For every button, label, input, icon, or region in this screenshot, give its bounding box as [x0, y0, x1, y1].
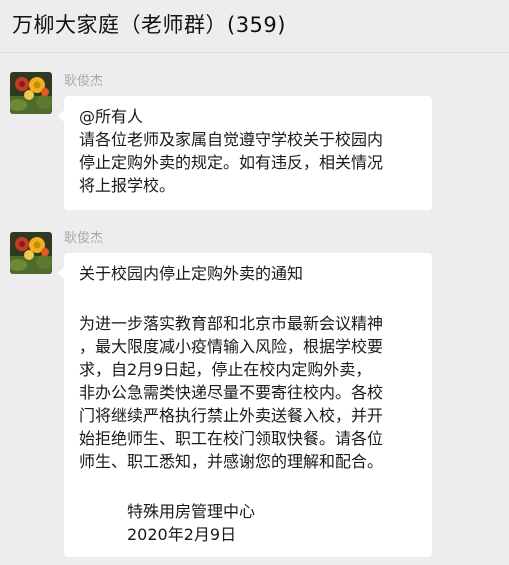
- notice-body-line: 始拒绝师生、职工在校门领取快餐。请各位: [79, 429, 384, 448]
- notice-body-line: 门将继续严格执行禁止外卖送餐入校，并开: [79, 406, 384, 425]
- message-line: 将上报学校。: [79, 176, 176, 195]
- chat-title[interactable]: 万柳大家庭（老师群）(359): [12, 9, 286, 39]
- message-bubble[interactable]: 关于校园内停止定购外卖的通知 为进一步落实教育部和北京市最新会议精神 ，最大限度…: [58, 253, 432, 557]
- flower-photo-avatar[interactable]: [10, 232, 52, 274]
- notice-title: 关于校园内停止定购外卖的通知: [79, 264, 304, 283]
- notice-date: 2020年2月9日: [127, 525, 237, 544]
- flower-photo-avatar[interactable]: [10, 72, 52, 114]
- notice-body-line: 为进一步落实教育部和北京市最新会议精神: [79, 314, 384, 333]
- message-line: @所有人: [79, 107, 144, 126]
- sender-name: 耿俊杰: [64, 231, 104, 246]
- notice-body-line: 求，自2月9日起，停止在校内定购外卖，: [79, 360, 372, 379]
- message-line: 请各位老师及家属自觉遵守学校关于校园内: [79, 130, 384, 149]
- notice-body-line: 非办公急需类快递尽量不要寄往校内。各校: [79, 383, 384, 402]
- notice-body-line: ，最大限度减小疫情输入风险，根据学校要: [79, 337, 384, 356]
- notice-body-line: 师生、职工悉知，并感谢您的理解和配合。: [79, 452, 384, 471]
- message-line: 停止定购外卖的规定。如有违反，相关情况: [79, 153, 384, 172]
- chat-header: 万柳大家庭（老师群）(359): [0, 0, 509, 53]
- message-bubble[interactable]: @所有人 请各位老师及家属自觉遵守学校关于校园内 停止定购外卖的规定。如有违反，…: [58, 96, 432, 210]
- notice-signature: 特殊用房管理中心: [127, 502, 256, 521]
- sender-name: 耿俊杰: [64, 74, 104, 89]
